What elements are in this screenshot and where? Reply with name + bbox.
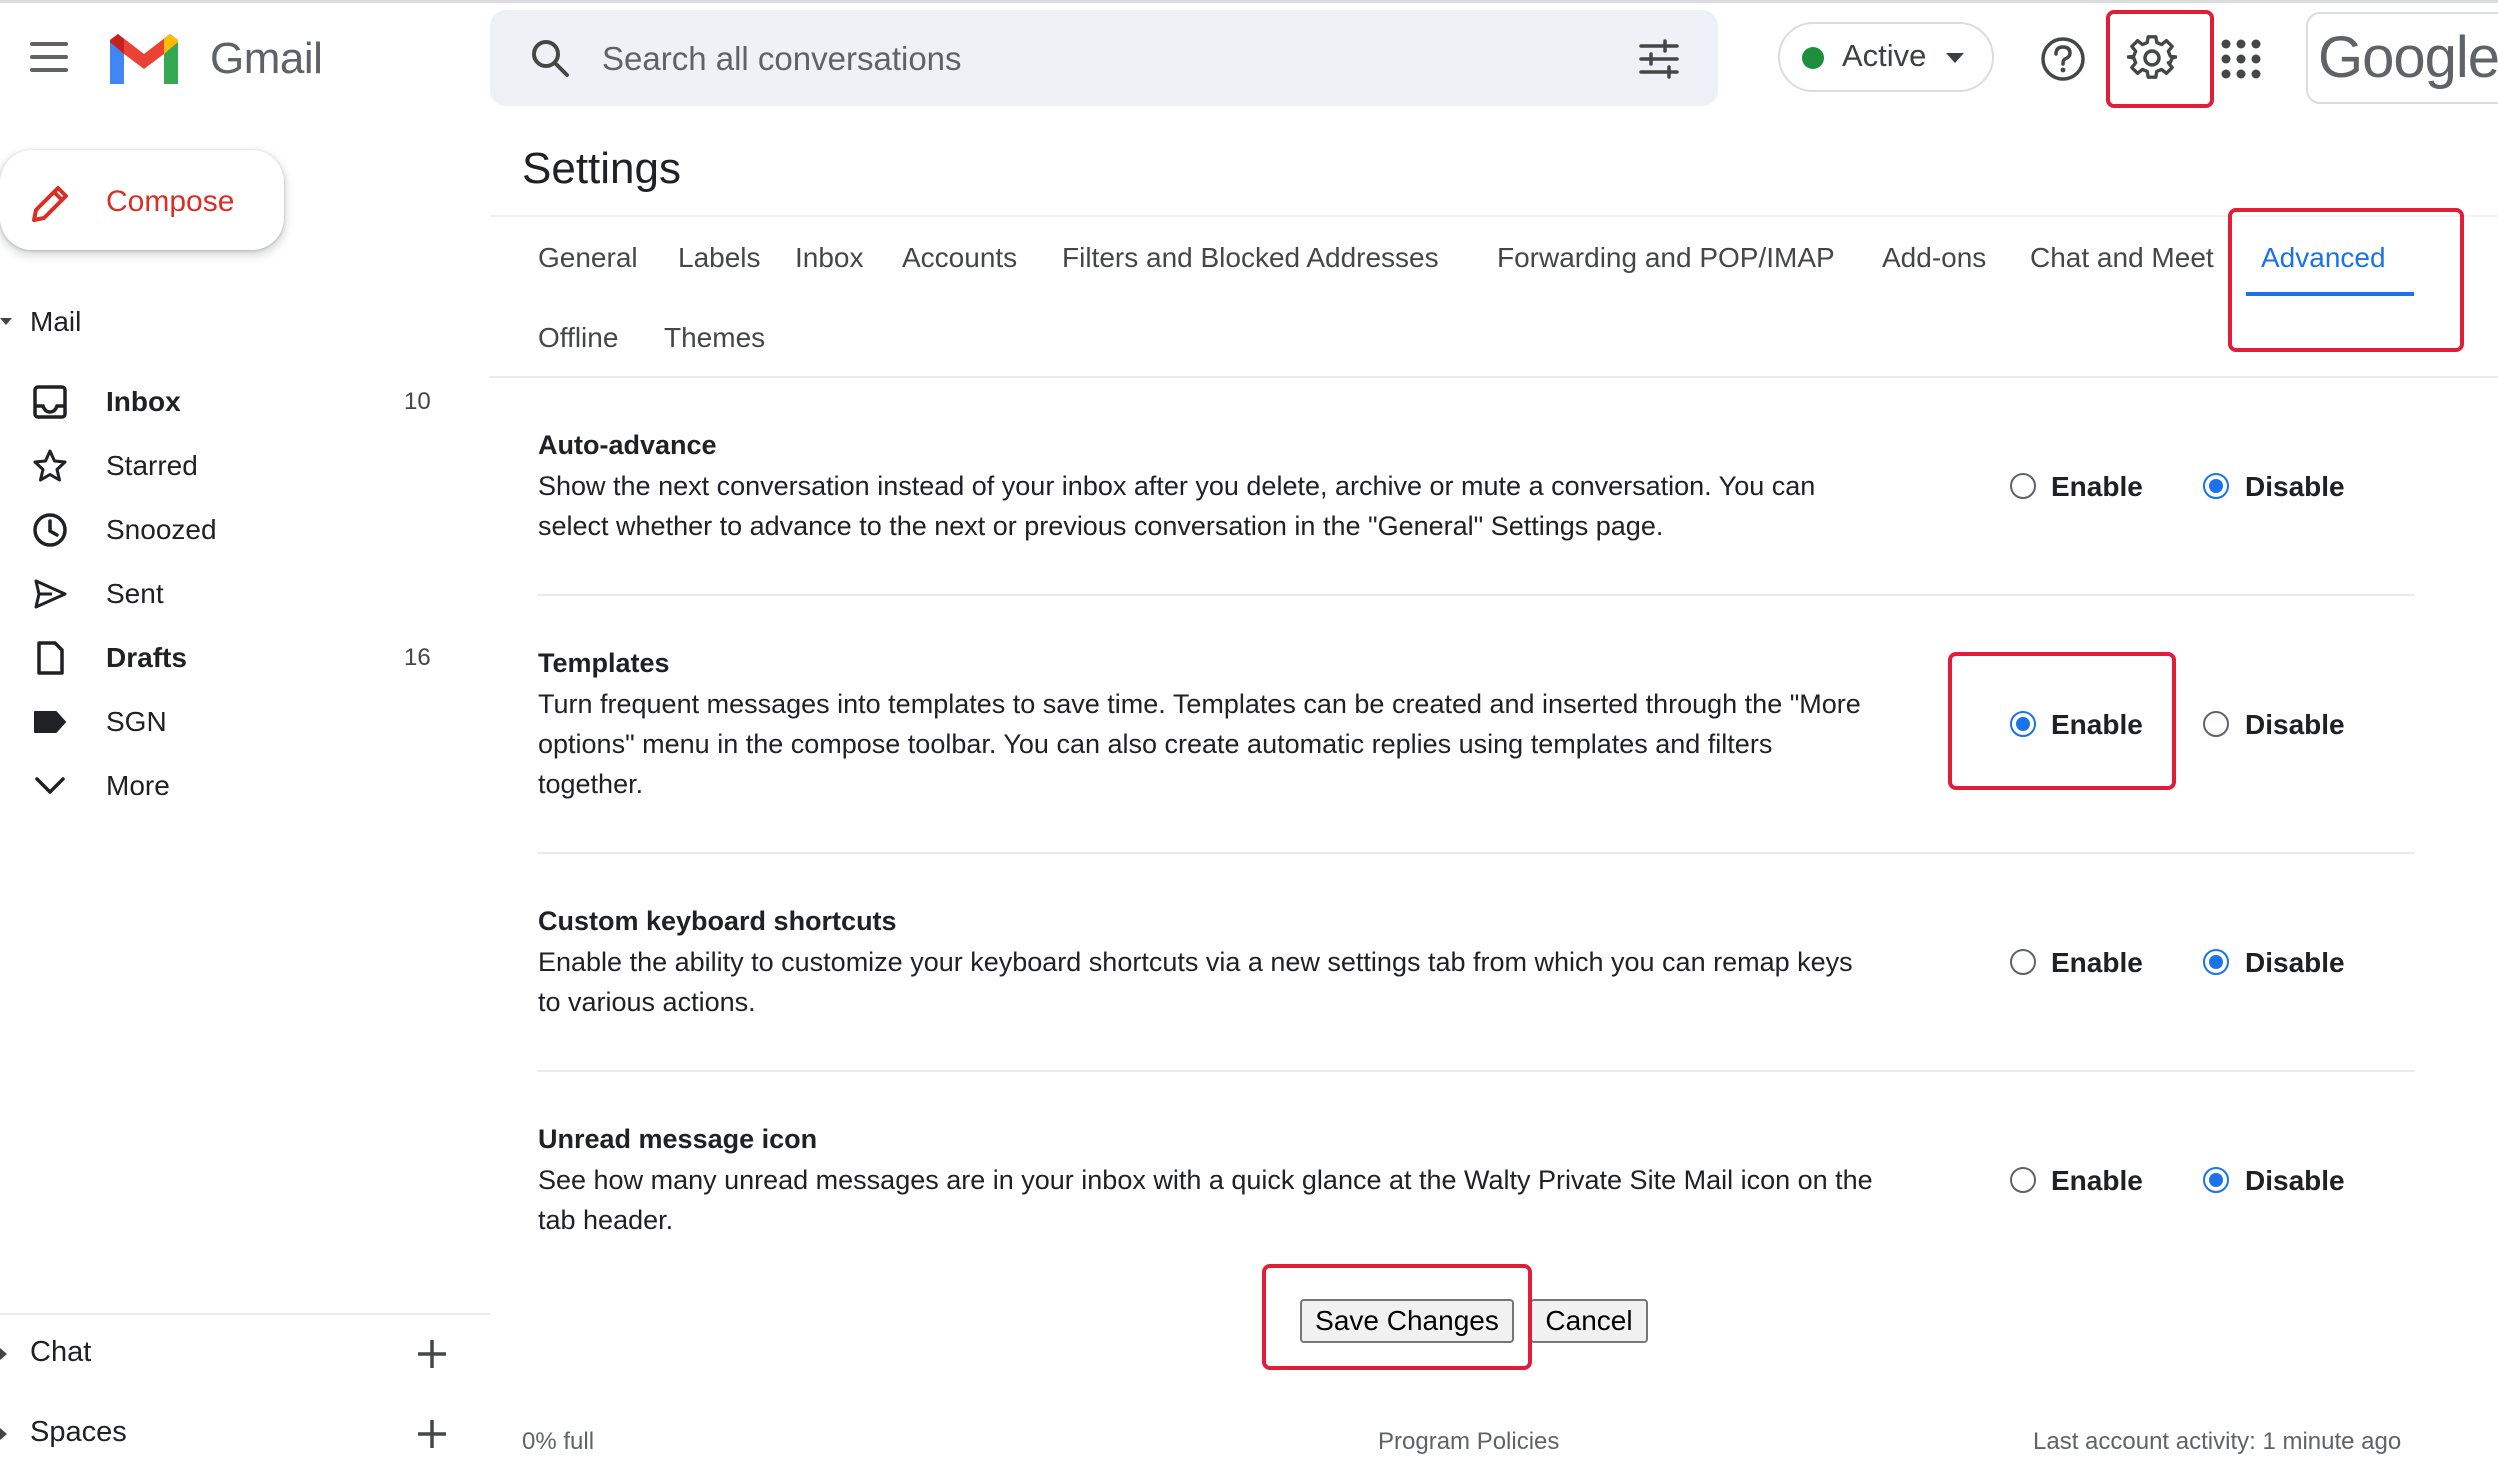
storage-usage: 0% full xyxy=(522,1428,595,1455)
google-wordmark: Google xyxy=(2318,25,2498,90)
chat-section-label[interactable]: Chat xyxy=(30,1336,91,1369)
draft-count: 16 xyxy=(404,644,431,671)
setting-desc-unread-icon: See how many unread messages are in your… xyxy=(538,1165,1873,1235)
spaces-section-label[interactable]: Spaces xyxy=(30,1416,127,1449)
row-divider xyxy=(538,852,2414,854)
setting-title-unread-icon: Unread message icon xyxy=(538,1124,818,1154)
spaces-expand-caret-icon[interactable] xyxy=(0,1428,7,1440)
mail-section-label: Mail xyxy=(30,306,82,337)
status-label: Active xyxy=(1842,38,1927,73)
status-dot-icon xyxy=(1802,47,1824,69)
tab-forwarding[interactable]: Forwarding and POP/IMAP xyxy=(1497,242,1835,274)
clock-icon xyxy=(33,513,67,547)
tab-general[interactable]: General xyxy=(538,242,638,274)
enable-label[interactable]: Enable xyxy=(2051,947,2143,979)
row-divider xyxy=(538,1070,2414,1072)
spaces-plus-icon[interactable] xyxy=(416,1418,448,1450)
search-input[interactable] xyxy=(600,28,1584,90)
help-icon[interactable] xyxy=(2040,36,2086,82)
compose-label: Compose xyxy=(106,185,235,218)
sidebar-item-drafts[interactable]: Drafts 16 xyxy=(0,628,460,688)
setting-title-templates: Templates xyxy=(538,648,670,678)
setting-desc-auto-advance: Show the next conversation instead of yo… xyxy=(538,471,1816,541)
disable-label[interactable]: Disable xyxy=(2245,1165,2345,1197)
sidebar-item-label: Drafts xyxy=(106,642,187,673)
tab-filters[interactable]: Filters and Blocked Addresses xyxy=(1062,242,1439,274)
sidebar-item-snoozed[interactable]: Snoozed xyxy=(0,500,460,560)
page-title: Settings xyxy=(522,144,681,193)
program-policies-link[interactable]: Program Policies xyxy=(1378,1428,1559,1456)
sidebar-item-starred[interactable]: Starred xyxy=(0,436,460,496)
tab-accounts[interactable]: Accounts xyxy=(902,242,1017,274)
apps-grid-icon[interactable] xyxy=(2220,38,2262,80)
auto-advance-enable-radio[interactable] xyxy=(2010,473,2036,499)
tab-add-ons[interactable]: Add-ons xyxy=(1882,242,1986,274)
setting-title-auto-advance: Auto-advance xyxy=(538,430,717,460)
caret-down-icon xyxy=(1946,53,1964,63)
last-activity: Last account activity: 1 minute ago xyxy=(2033,1428,2402,1455)
sidebar-item-label: Snoozed xyxy=(106,514,217,545)
sidebar-item-sgn[interactable]: SGN xyxy=(0,692,460,752)
auto-advance-disable-radio[interactable] xyxy=(2203,473,2229,499)
chat-plus-icon[interactable] xyxy=(416,1338,448,1370)
label-icon xyxy=(34,711,66,733)
sidebar-item-inbox[interactable]: Inbox 10 xyxy=(0,372,460,432)
mail-collapse-caret-icon[interactable] xyxy=(0,318,12,325)
tab-inbox[interactable]: Inbox xyxy=(795,242,864,274)
shortcuts-enable-radio[interactable] xyxy=(2010,949,2036,975)
active-tab-indicator xyxy=(2246,292,2414,296)
pencil-icon xyxy=(32,186,68,222)
highlight-advanced-tab xyxy=(2228,208,2464,352)
setting-desc-shortcuts: Enable the ability to customize your key… xyxy=(538,947,1853,1017)
sidebar-item-more[interactable]: More xyxy=(0,756,460,816)
save-changes-button[interactable]: Save Changes xyxy=(1300,1299,1514,1343)
sidebar-item-label: Sent xyxy=(106,578,164,609)
shortcuts-disable-radio[interactable] xyxy=(2203,949,2229,975)
tab-chat-and-meet[interactable]: Chat and Meet xyxy=(2030,242,2214,274)
unread-icon-enable-radio[interactable] xyxy=(2010,1167,2036,1193)
tune-icon[interactable] xyxy=(1638,38,1680,80)
sidebar-item-sent[interactable]: Sent xyxy=(0,564,460,624)
title-divider xyxy=(490,215,2498,217)
enable-label[interactable]: Enable xyxy=(2051,1165,2143,1197)
sidebar-item-label: SGN xyxy=(106,706,167,737)
disable-label[interactable]: Disable xyxy=(2245,947,2345,979)
sidebar-item-label: Inbox xyxy=(106,386,181,417)
sidebar-divider xyxy=(0,1313,490,1315)
tab-labels[interactable]: Labels xyxy=(678,242,761,274)
tab-themes[interactable]: Themes xyxy=(664,322,765,354)
cancel-button[interactable]: Cancel xyxy=(1530,1299,1648,1343)
unread-count: 10 xyxy=(404,388,431,415)
unread-icon-disable-radio[interactable] xyxy=(2203,1167,2229,1193)
enable-label[interactable]: Enable xyxy=(2051,471,2143,503)
gmail-logo-icon[interactable] xyxy=(106,30,182,88)
tab-advanced[interactable]: Advanced xyxy=(2261,242,2386,274)
setting-title-shortcuts: Custom keyboard shortcuts xyxy=(538,906,897,936)
inbox-icon xyxy=(33,385,67,419)
tab-offline[interactable]: Offline xyxy=(538,322,618,354)
row-divider xyxy=(538,594,2414,596)
menu-icon[interactable] xyxy=(30,42,68,72)
top-border xyxy=(0,0,2498,3)
send-icon xyxy=(34,579,67,609)
gmail-wordmark: Gmail xyxy=(210,34,323,83)
setting-desc-templates: Turn frequent messages into templates to… xyxy=(538,689,1861,799)
enable-label[interactable]: Enable xyxy=(2051,709,2143,741)
disable-label[interactable]: Disable xyxy=(2245,471,2345,503)
templates-enable-radio[interactable] xyxy=(2010,711,2036,737)
chat-expand-caret-icon[interactable] xyxy=(0,1348,7,1360)
star-icon xyxy=(33,449,67,482)
sidebar-item-label: More xyxy=(106,770,170,801)
chevron-down-icon xyxy=(35,777,65,794)
tabs-divider xyxy=(490,376,2498,378)
templates-disable-radio[interactable] xyxy=(2203,711,2229,737)
sidebar-item-label: Starred xyxy=(106,450,198,481)
disable-label[interactable]: Disable xyxy=(2245,709,2345,741)
gear-icon[interactable] xyxy=(2127,33,2177,83)
search-icon[interactable] xyxy=(530,38,570,78)
draft-icon xyxy=(37,641,64,675)
